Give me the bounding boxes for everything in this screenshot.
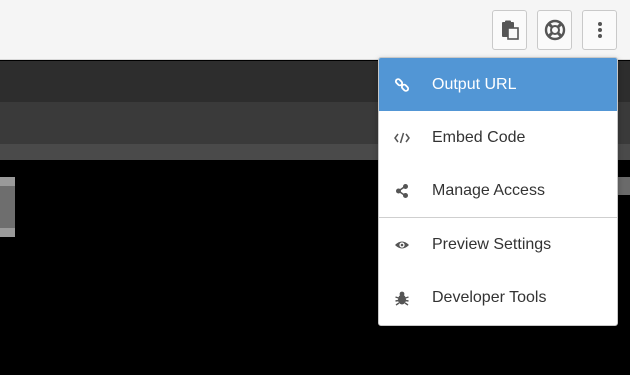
menu-item-manage-access[interactable]: Manage Access (379, 164, 617, 217)
menu-item-label: Output URL (432, 75, 517, 93)
bug-icon (394, 290, 410, 306)
eye-icon (394, 237, 410, 253)
code-icon (394, 130, 410, 146)
menu-item-label: Embed Code (432, 128, 526, 146)
menu-item-output-url[interactable]: Output URL (379, 58, 617, 111)
share-dropdown-menu: Output URL Embed Code Manage Access Prev… (378, 57, 618, 326)
panel-resize-handle[interactable] (0, 177, 15, 237)
clipboard-icon (501, 20, 519, 40)
clipboard-button[interactable] (492, 10, 527, 50)
menu-item-label: Manage Access (432, 181, 545, 199)
more-vertical-icon (597, 21, 603, 39)
menu-item-preview-settings[interactable]: Preview Settings (379, 218, 617, 271)
share-icon (394, 183, 410, 199)
top-toolbar (0, 0, 630, 60)
menu-item-label: Preview Settings (432, 235, 552, 253)
link-icon (394, 77, 410, 93)
menu-item-developer-tools[interactable]: Developer Tools (379, 271, 617, 324)
lifebuoy-icon (544, 19, 566, 41)
help-button[interactable] (537, 10, 572, 50)
menu-item-embed-code[interactable]: Embed Code (379, 111, 617, 164)
more-options-button[interactable] (582, 10, 617, 50)
menu-item-label: Developer Tools (432, 288, 547, 306)
